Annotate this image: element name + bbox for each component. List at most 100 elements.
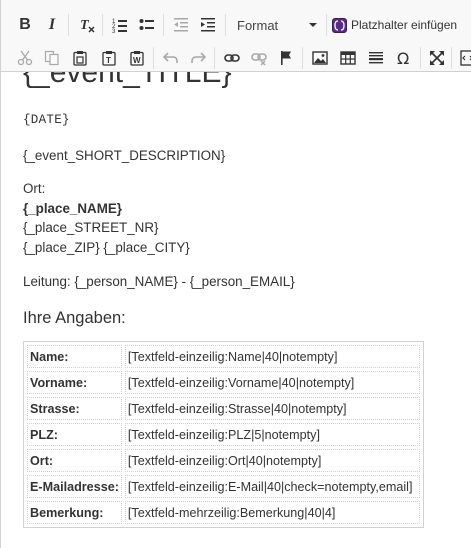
form-value-cell[interactable]: [Textfeld-einzeilig:E-Mail|40|check=note… [124, 475, 420, 498]
form-value-cell[interactable]: [Textfeld-einzeilig:Vorname|40|notempty] [124, 371, 420, 394]
cut-button[interactable] [13, 45, 37, 71]
editor-toolbar: B I T 1 2 3 Format Platzhalter einfügen … [1, 0, 471, 72]
format-dropdown-label: Format [237, 17, 279, 33]
svg-text:3: 3 [112, 29, 116, 33]
form-label-cell[interactable]: Strasse: [27, 397, 122, 420]
insert-placeholder-label: Platzhalter einfügen [351, 18, 458, 32]
paste-text-icon: T [102, 51, 116, 66]
chevron-down-icon [309, 23, 317, 27]
paste-icon [73, 51, 87, 66]
table-row: Bemerkung: [Textfeld-mehrzeilig:Bemerkun… [27, 501, 420, 524]
insert-placeholder-button[interactable]: Platzhalter einfügen [330, 12, 471, 38]
leitung-line: Leitung: {_person_NAME} - {_person_EMAIL… [23, 274, 295, 289]
indent-icon [201, 18, 215, 32]
toolbar-separator [163, 14, 164, 36]
ort-label: Ort: [23, 181, 46, 196]
place-name-placeholder: {_place_NAME} [23, 201, 122, 216]
unlink-button[interactable] [247, 45, 271, 71]
place-street-placeholder: {_place_STREET_NR} [23, 220, 159, 235]
outdent-button[interactable] [169, 12, 193, 38]
editor-content-area[interactable]: {_event_TITLE} {DATE} {_event_SHORT_DESC… [1, 72, 471, 548]
svg-text:T: T [80, 18, 90, 33]
undo-icon [163, 52, 178, 63]
outdent-icon [174, 18, 188, 32]
toolbar-row-2: T W Ω [1, 45, 471, 71]
numbered-list-button[interactable]: 1 2 3 [108, 12, 132, 38]
bold-icon: B [19, 16, 31, 33]
form-value-cell[interactable]: [Textfeld-einzeilig:Strasse|40|notempty] [124, 397, 420, 420]
toolbar-separator [451, 47, 452, 69]
italic-icon: I [48, 16, 56, 33]
toolbar-separator [326, 14, 327, 36]
remove-format-button[interactable]: T [75, 12, 99, 38]
form-value-cell[interactable]: [Textfeld-einzeilig:Ort|40|notempty] [124, 449, 420, 472]
toolbar-separator [102, 14, 103, 36]
link-icon [224, 54, 240, 62]
form-value-cell[interactable]: [Textfeld-mehrzeilig:Bemerkung|40|4] [124, 501, 420, 524]
bulleted-list-button[interactable] [135, 12, 159, 38]
placeholder-icon [332, 17, 347, 33]
paste-button[interactable] [68, 45, 92, 71]
form-label-cell[interactable]: Ort: [27, 449, 122, 472]
table-icon [340, 51, 356, 65]
format-dropdown[interactable]: Format [229, 12, 323, 38]
form-label-cell[interactable]: E-Mailadresse: [27, 475, 122, 498]
toolbar-separator [214, 47, 215, 69]
table-row: PLZ: [Textfeld-einzeilig:PLZ|5|notempty] [27, 423, 420, 446]
place-zip-city-placeholder: {_place_ZIP} {_place_CITY} [23, 240, 190, 255]
toolbar-separator [225, 14, 226, 36]
bold-button[interactable]: B [13, 12, 37, 38]
toolbar-separator [302, 47, 303, 69]
svg-text:W: W [133, 56, 141, 65]
svg-text:T: T [106, 56, 111, 65]
paste-from-word-icon: W [130, 51, 144, 66]
event-title-heading: {_event_TITLE} [23, 72, 232, 89]
paste-from-word-button[interactable]: W [125, 45, 149, 71]
form-fields-table: Name: [Textfeld-einzeilig:Name|40|notemp… [23, 341, 424, 528]
toolbar-separator [420, 47, 421, 69]
svg-text:Ω: Ω [397, 50, 409, 66]
anchor-icon [281, 51, 291, 65]
bulleted-list-icon [139, 19, 154, 30]
table-row: E-Mailadresse: [Textfeld-einzeilig:E-Mai… [27, 475, 420, 498]
table-row: Ort: [Textfeld-einzeilig:Ort|40|notempty… [27, 449, 420, 472]
form-label-cell[interactable]: Vorname: [27, 371, 122, 394]
source-icon [460, 50, 471, 66]
form-value-cell[interactable]: [Textfeld-einzeilig:PLZ|5|notempty] [124, 423, 420, 446]
cut-icon [17, 50, 33, 66]
date-placeholder: {DATE} [23, 113, 70, 127]
italic-button[interactable]: I [40, 12, 64, 38]
numbered-list-icon: 1 2 3 [112, 19, 127, 33]
paste-text-button[interactable]: T [97, 45, 121, 71]
maximize-button[interactable] [425, 45, 449, 71]
form-label-cell[interactable]: Bemerkung: [27, 501, 122, 524]
ihre-angaben-heading: Ihre Angaben: [23, 309, 126, 327]
special-character-button[interactable]: Ω [392, 45, 416, 71]
link-button[interactable] [220, 45, 244, 71]
unlink-icon [251, 53, 267, 66]
redo-icon [191, 52, 206, 63]
redo-button[interactable] [186, 45, 210, 71]
remove-format-icon: T [80, 18, 95, 33]
table-row: Name: [Textfeld-einzeilig:Name|40|notemp… [27, 345, 420, 368]
undo-button[interactable] [159, 45, 183, 71]
indent-button[interactable] [196, 12, 220, 38]
rich-text-editor: B I T 1 2 3 Format Platzhalter einfügen … [0, 0, 471, 548]
image-button[interactable] [308, 45, 332, 71]
toolbar-separator [153, 47, 154, 69]
source-button[interactable] [456, 45, 471, 71]
form-label-cell[interactable]: PLZ: [27, 423, 122, 446]
copy-icon [44, 50, 59, 66]
horizontal-line-icon [369, 52, 383, 64]
table-row: Vorname: [Textfeld-einzeilig:Vorname|40|… [27, 371, 420, 394]
table-row: Strasse: [Textfeld-einzeilig:Strasse|40|… [27, 397, 420, 420]
toolbar-separator [68, 14, 69, 36]
form-value-cell[interactable]: [Textfeld-einzeilig:Name|40|notempty] [124, 345, 420, 368]
copy-button[interactable] [40, 45, 64, 71]
image-icon [312, 51, 328, 65]
horizontal-line-button[interactable] [364, 45, 388, 71]
table-button[interactable] [336, 45, 360, 71]
form-label-cell[interactable]: Name: [27, 345, 122, 368]
anchor-button[interactable] [274, 45, 298, 71]
toolbar-row-1: B I T 1 2 3 Format Platzhalter einfügen [1, 12, 471, 38]
